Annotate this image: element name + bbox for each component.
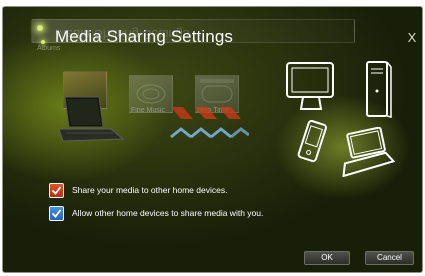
- allow-sharing-label: Allow other home devices to share media …: [72, 208, 264, 218]
- allow-sharing-checkbox[interactable]: [49, 205, 64, 221]
- small-laptop-icon: [342, 127, 396, 177]
- checkmark-icon: [51, 185, 62, 195]
- transfer-arrows-blue-icon: [170, 127, 249, 139]
- option-share-media[interactable]: Share your media to other home devices.: [49, 181, 227, 199]
- ok-button[interactable]: OK: [304, 251, 350, 265]
- option-allow-sharing[interactable]: Allow other home devices to share media …: [49, 204, 263, 222]
- transfer-arrows-red-icon: [171, 107, 241, 119]
- dialog-title-reflection: Media Sharing Settings: [55, 27, 190, 42]
- share-media-checkbox[interactable]: [49, 182, 64, 198]
- sparkle-small-icon: [41, 40, 45, 44]
- thumbnail-label-albums: Albums: [37, 45, 61, 52]
- phone-icon: [297, 119, 327, 163]
- sparkle-icon: [37, 25, 43, 31]
- monitor-icon: [286, 62, 334, 110]
- cancel-button[interactable]: Cancel: [365, 251, 414, 265]
- thumbnail-label-music: Fine Music: [131, 107, 165, 114]
- share-media-label: Share your media to other home devices.: [72, 185, 228, 195]
- tower-pc-icon: [366, 61, 392, 118]
- media-sharing-dialog: Media Sharing Settings Media Sharing Set…: [2, 6, 423, 273]
- laptop-icon: [58, 96, 125, 142]
- checkmark-icon: [51, 208, 62, 218]
- close-button[interactable]: X: [406, 30, 418, 46]
